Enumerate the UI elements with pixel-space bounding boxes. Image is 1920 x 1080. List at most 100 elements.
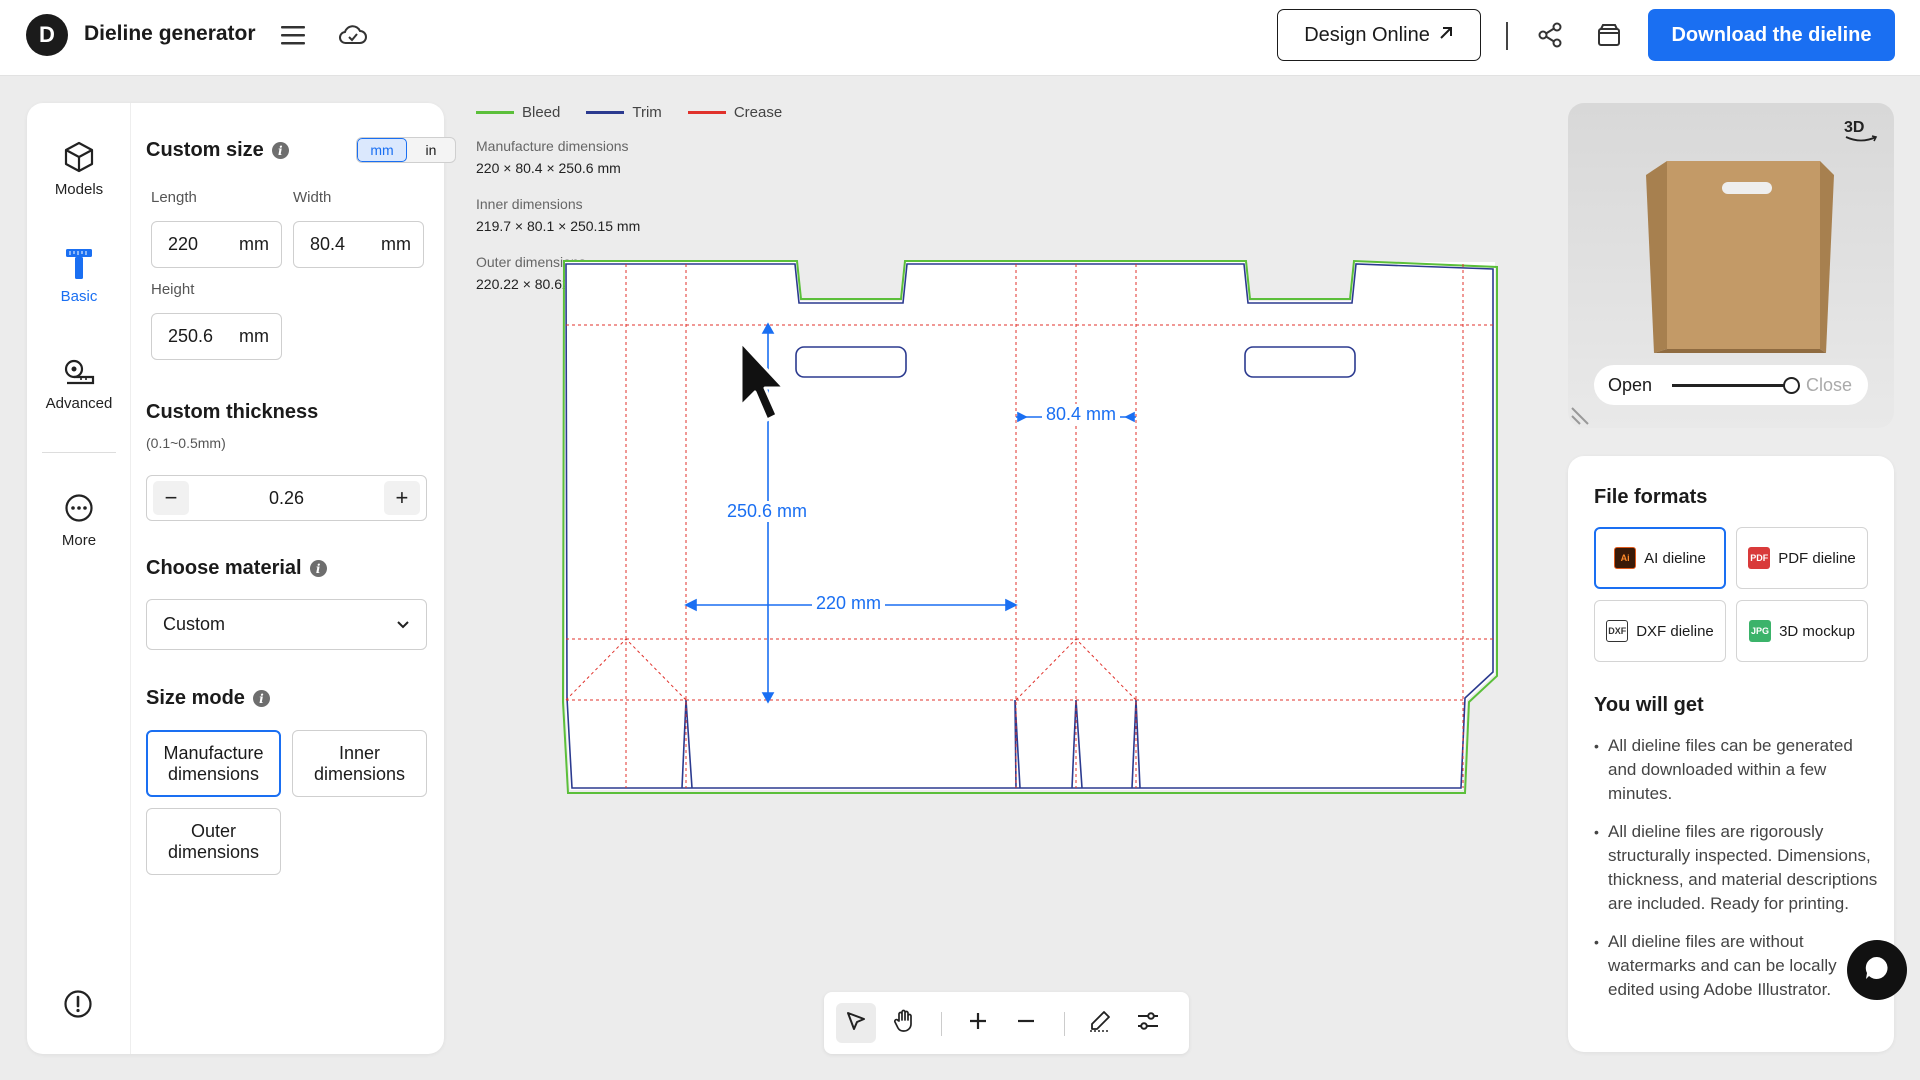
material-selected-value: Custom bbox=[163, 614, 226, 634]
benefit-item: All dieline files can be generated and d… bbox=[1594, 734, 1884, 806]
thickness-increase-button[interactable]: + bbox=[383, 481, 420, 515]
width-label: Width bbox=[293, 189, 332, 206]
cube-icon bbox=[27, 137, 131, 177]
thickness-decrease-button[interactable]: − bbox=[153, 481, 189, 515]
select-tool-button[interactable] bbox=[836, 1003, 876, 1043]
jpg-file-icon: JPG bbox=[1749, 620, 1772, 642]
width-unit: mm bbox=[381, 234, 411, 254]
length-unit: mm bbox=[239, 234, 269, 254]
box-3d-preview[interactable]: 3D Open Close bbox=[1568, 103, 1894, 428]
benefit-item: All dieline files are without watermarks… bbox=[1594, 930, 1884, 1002]
mouse-pointer-icon bbox=[738, 340, 790, 429]
format-3d-mockup-label: 3D mockup bbox=[1779, 622, 1855, 640]
zoom-in-button[interactable] bbox=[958, 1003, 998, 1043]
arrow-up-right-icon bbox=[1438, 24, 1454, 47]
slider-open-label: Open bbox=[1608, 374, 1653, 395]
choose-material-title: Choose material i bbox=[146, 557, 327, 580]
custom-thickness-heading: Custom thickness bbox=[146, 401, 319, 423]
box-archive-icon[interactable] bbox=[1592, 18, 1626, 52]
nav-item-basic[interactable]: Basic bbox=[27, 244, 131, 305]
width-input[interactable] bbox=[310, 234, 380, 255]
slider-track[interactable] bbox=[1672, 384, 1788, 387]
nav-item-models[interactable]: Models bbox=[27, 137, 131, 198]
nav-item-more[interactable]: More bbox=[27, 488, 131, 549]
length-input[interactable] bbox=[168, 234, 238, 255]
adjust-settings-button[interactable] bbox=[1128, 1003, 1168, 1043]
adobe-illustrator-icon: Ai bbox=[1614, 547, 1637, 569]
info-icon[interactable]: i bbox=[271, 142, 289, 159]
canvas-toolbar bbox=[824, 992, 1189, 1054]
format-3d-mockup-button[interactable]: JPG 3D mockup bbox=[1736, 600, 1868, 662]
file-formats-panel: File formats Ai AI dieline PDF PDF dieli… bbox=[1568, 456, 1894, 1052]
tape-measure-icon bbox=[27, 351, 131, 391]
custom-size-title: Custom size i bbox=[146, 139, 289, 162]
material-select[interactable]: Custom bbox=[146, 599, 427, 650]
app-logo[interactable]: D bbox=[26, 14, 68, 56]
height-input[interactable] bbox=[168, 326, 238, 347]
dxf-file-icon: DXF bbox=[1606, 620, 1629, 642]
more-dots-icon bbox=[27, 488, 131, 528]
custom-size-heading: Custom size bbox=[146, 139, 264, 161]
size-mode-manufacture-button[interactable]: Manufacture dimensions bbox=[146, 730, 281, 797]
size-mode-title: Size mode i bbox=[146, 687, 270, 710]
chevron-down-icon bbox=[396, 614, 410, 635]
nav-divider bbox=[42, 452, 116, 453]
toolbar-divider bbox=[941, 1012, 942, 1036]
cloud-save-icon[interactable] bbox=[336, 18, 370, 52]
dieline-drawing bbox=[561, 259, 1498, 794]
hand-icon bbox=[893, 1009, 915, 1038]
nav-label-basic: Basic bbox=[60, 288, 98, 305]
width-field: mm bbox=[293, 221, 424, 268]
plus-icon bbox=[968, 1011, 988, 1036]
benefit-item: All dieline files are rigorously structu… bbox=[1594, 820, 1884, 916]
format-pdf-button[interactable]: PDF PDF dieline bbox=[1736, 527, 1868, 589]
benefits-list: All dieline files can be generated and d… bbox=[1594, 734, 1884, 1016]
custom-thickness-title: Custom thickness bbox=[146, 401, 318, 424]
dieline-canvas[interactable]: Bleed Trim Crease Manufacture dimensions… bbox=[460, 90, 1560, 990]
pdf-file-icon: PDF bbox=[1748, 547, 1771, 569]
annotate-tool-button[interactable] bbox=[1080, 1003, 1120, 1043]
nav-item-advanced[interactable]: Advanced bbox=[27, 351, 131, 412]
size-mode-outer-button[interactable]: Outer dimensions bbox=[146, 808, 281, 875]
slider-knob[interactable] bbox=[1783, 377, 1800, 394]
top-header: D Dieline generator Design Online Downlo… bbox=[0, 0, 1920, 76]
thickness-range-note: (0.1~0.5mm) bbox=[146, 435, 226, 451]
pan-tool-button[interactable] bbox=[884, 1003, 924, 1043]
share-icon[interactable] bbox=[1533, 18, 1567, 52]
info-icon[interactable]: i bbox=[252, 690, 270, 707]
chat-support-button[interactable] bbox=[1847, 940, 1907, 1000]
side-nav: Models Basic Advanced More bbox=[27, 103, 131, 1054]
height-label: Height bbox=[151, 281, 195, 298]
size-mode-heading: Size mode bbox=[146, 687, 245, 709]
format-ai-button[interactable]: Ai AI dieline bbox=[1594, 527, 1726, 589]
dim-height-label: 250.6 mm bbox=[723, 501, 812, 522]
left-panel: Models Basic Advanced More Custom size i… bbox=[27, 103, 456, 1054]
alert-info-icon[interactable] bbox=[63, 989, 93, 1024]
nav-label-models: Models bbox=[54, 181, 104, 198]
minus-icon bbox=[1016, 1011, 1036, 1036]
design-online-button[interactable]: Design Online bbox=[1277, 9, 1481, 61]
size-mode-inner-button[interactable]: Inner dimensions bbox=[292, 730, 427, 797]
thickness-value[interactable]: 0.26 bbox=[269, 488, 304, 509]
header-divider bbox=[1506, 22, 1508, 50]
kraft-box-illustration bbox=[1646, 161, 1834, 353]
unit-in-option[interactable]: in bbox=[407, 138, 455, 162]
format-dxf-button[interactable]: DXF DXF dieline bbox=[1594, 600, 1726, 662]
pen-ruler-icon bbox=[1089, 1010, 1111, 1037]
resize-corner-icon[interactable] bbox=[1568, 394, 1602, 428]
download-dieline-button[interactable]: Download the dieline bbox=[1648, 9, 1895, 61]
hand-hole-left bbox=[795, 346, 907, 378]
design-online-label: Design Online bbox=[1304, 23, 1430, 46]
height-unit: mm bbox=[239, 326, 269, 346]
file-formats-title: File formats bbox=[1594, 486, 1708, 508]
you-will-get-title: You will get bbox=[1594, 694, 1704, 716]
slider-close-label: Close bbox=[1805, 375, 1852, 395]
format-ai-label: AI dieline bbox=[1644, 549, 1706, 567]
chat-bubble-icon bbox=[1863, 954, 1891, 987]
nav-label-advanced: Advanced bbox=[45, 395, 113, 412]
info-icon[interactable]: i bbox=[309, 560, 327, 577]
unit-mm-option[interactable]: mm bbox=[357, 138, 407, 162]
zoom-out-button[interactable] bbox=[1006, 1003, 1046, 1043]
sliders-icon bbox=[1137, 1011, 1159, 1036]
hamburger-menu-icon[interactable] bbox=[276, 18, 310, 52]
